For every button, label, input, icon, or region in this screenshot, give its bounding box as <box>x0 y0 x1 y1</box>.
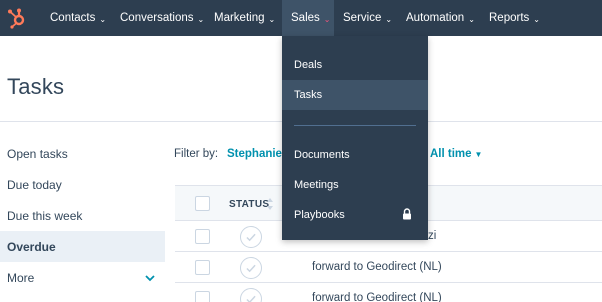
view-due-today[interactable]: Due today <box>0 169 165 200</box>
menu-item-deals[interactable]: Deals <box>282 50 428 80</box>
nav-label: Contacts <box>50 12 96 24</box>
sales-dropdown-menu: Deals Tasks Documents Meetings Playbooks <box>282 36 428 240</box>
menu-item-label: Meetings <box>294 179 339 191</box>
view-label: More <box>7 270 35 285</box>
menu-divider <box>294 125 416 126</box>
table-row[interactable]: forward to Geodirect (NL) <box>175 283 602 302</box>
view-label: Due this week <box>7 208 83 223</box>
nav-contacts[interactable]: Contacts ⌄ <box>50 0 106 36</box>
page-title: Tasks <box>7 74 65 99</box>
task-views-list: Open tasks Due today Due this week Overd… <box>0 138 165 293</box>
view-overdue[interactable]: Overdue <box>0 231 165 262</box>
sort-icon[interactable] <box>266 197 274 211</box>
menu-item-documents[interactable]: Documents <box>282 140 428 170</box>
chevron-down-icon: ⌄ <box>99 14 107 24</box>
nav-label: Conversations <box>120 12 194 24</box>
nav-service[interactable]: Service ⌄ <box>343 0 392 36</box>
select-all-checkbox[interactable] <box>195 196 210 211</box>
menu-item-label: Playbooks <box>294 209 345 221</box>
time-filter[interactable]: All time ▼ <box>430 148 482 160</box>
row-checkbox[interactable] <box>195 229 210 244</box>
chevron-down-icon: ⌄ <box>323 14 331 24</box>
menu-item-playbooks[interactable]: Playbooks <box>282 200 428 230</box>
nav-reports[interactable]: Reports ⌄ <box>489 0 540 36</box>
nav-sales[interactable]: Sales ⌄ <box>282 0 334 36</box>
lock-icon <box>403 208 411 220</box>
task-title[interactable]: forward to Geodirect (NL) <box>312 292 442 302</box>
view-label: Due today <box>7 177 62 192</box>
status-column-header[interactable]: STATUS <box>229 199 269 210</box>
check-icon[interactable] <box>240 257 262 279</box>
chevron-down-icon: ⌄ <box>533 14 540 24</box>
menu-item-label: Tasks <box>294 89 323 101</box>
check-icon[interactable] <box>240 288 262 302</box>
nav-label: Reports <box>489 12 530 24</box>
nav-label: Service <box>343 12 382 24</box>
row-checkbox[interactable] <box>195 291 210 302</box>
view-open-tasks[interactable]: Open tasks <box>0 138 165 169</box>
menu-item-tasks[interactable]: Tasks <box>282 80 428 110</box>
task-title[interactable]: zi <box>428 230 436 242</box>
nav-conversations[interactable]: Conversations ⌄ <box>120 0 204 36</box>
nav-label: Sales <box>291 12 320 24</box>
chevron-down-icon: ⌄ <box>385 14 393 24</box>
hubspot-logo-icon[interactable] <box>6 7 28 29</box>
view-more[interactable]: More <box>0 262 165 293</box>
row-checkbox[interactable] <box>195 260 210 275</box>
task-title[interactable]: forward to Geodirect (NL) <box>312 261 442 273</box>
view-label: Open tasks <box>7 146 68 161</box>
nav-automation[interactable]: Automation ⌄ <box>406 0 475 36</box>
filter-label: Filter by: <box>174 148 219 160</box>
menu-item-meetings[interactable]: Meetings <box>282 170 428 200</box>
time-filter-label: All time <box>430 148 472 160</box>
nav-marketing[interactable]: Marketing ⌄ <box>214 0 275 36</box>
chevron-down-icon[interactable] <box>145 273 155 283</box>
nav-label: Automation <box>406 12 465 24</box>
top-nav: Contacts ⌄ Conversations ⌄ Marketing ⌄ Sale… <box>0 0 602 36</box>
chevron-down-icon: ⌄ <box>197 14 205 24</box>
view-label: Overdue <box>7 239 56 254</box>
owner-filter[interactable]: Stephanie I <box>227 148 288 160</box>
caret-down-icon: ▼ <box>474 150 483 159</box>
view-due-this-week[interactable]: Due this week <box>0 200 165 231</box>
check-icon[interactable] <box>240 226 262 248</box>
chevron-down-icon: ⌄ <box>268 14 276 24</box>
chevron-down-icon: ⌄ <box>468 14 475 24</box>
menu-item-label: Documents <box>294 149 350 161</box>
table-row[interactable]: forward to Geodirect (NL) <box>175 252 602 283</box>
menu-item-label: Deals <box>294 59 323 71</box>
nav-label: Marketing <box>214 12 265 24</box>
